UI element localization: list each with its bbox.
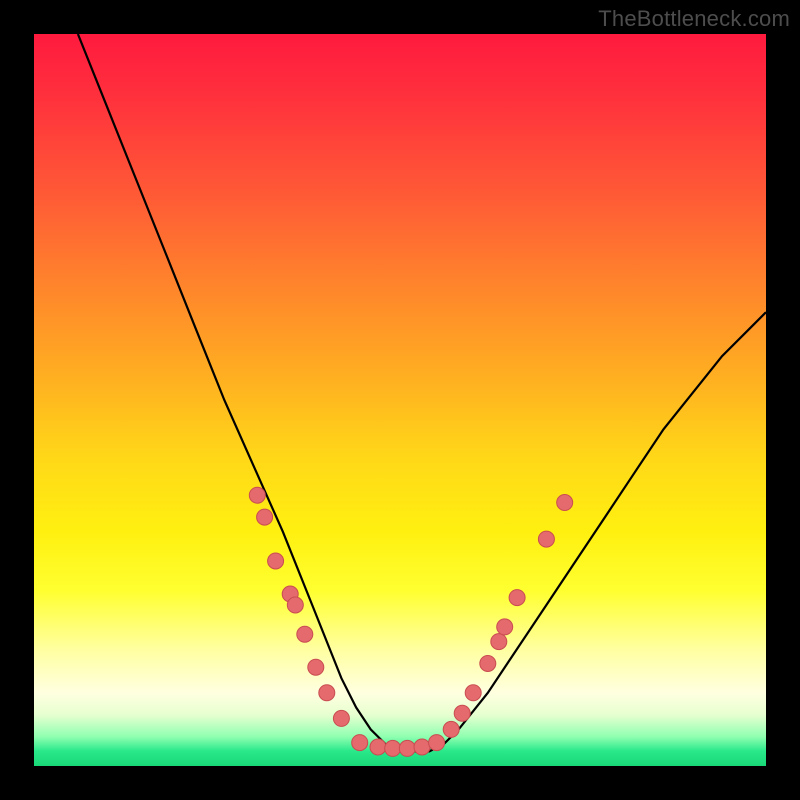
data-marker [429, 735, 445, 751]
data-marker [414, 739, 430, 755]
data-marker [480, 656, 496, 672]
watermark-text: TheBottleneck.com [598, 6, 790, 32]
chart-frame: TheBottleneck.com [0, 0, 800, 800]
data-marker [443, 721, 459, 737]
data-marker [491, 634, 507, 650]
bottleneck-curve [78, 34, 766, 751]
data-marker [352, 735, 368, 751]
data-marker [454, 705, 470, 721]
data-marker [385, 740, 401, 756]
data-marker [399, 740, 415, 756]
data-marker [557, 495, 573, 511]
data-marker [370, 739, 386, 755]
data-marker [538, 531, 554, 547]
data-marker [509, 590, 525, 606]
data-marker [268, 553, 284, 569]
data-marker [297, 626, 313, 642]
data-marker [333, 710, 349, 726]
data-marker [497, 619, 513, 635]
data-marker [287, 597, 303, 613]
bottleneck-curve-svg [34, 34, 766, 766]
data-marker [319, 685, 335, 701]
plot-area [34, 34, 766, 766]
data-marker [465, 685, 481, 701]
data-marker [249, 487, 265, 503]
data-markers-group [249, 487, 572, 756]
data-marker [308, 659, 324, 675]
data-marker [257, 509, 273, 525]
